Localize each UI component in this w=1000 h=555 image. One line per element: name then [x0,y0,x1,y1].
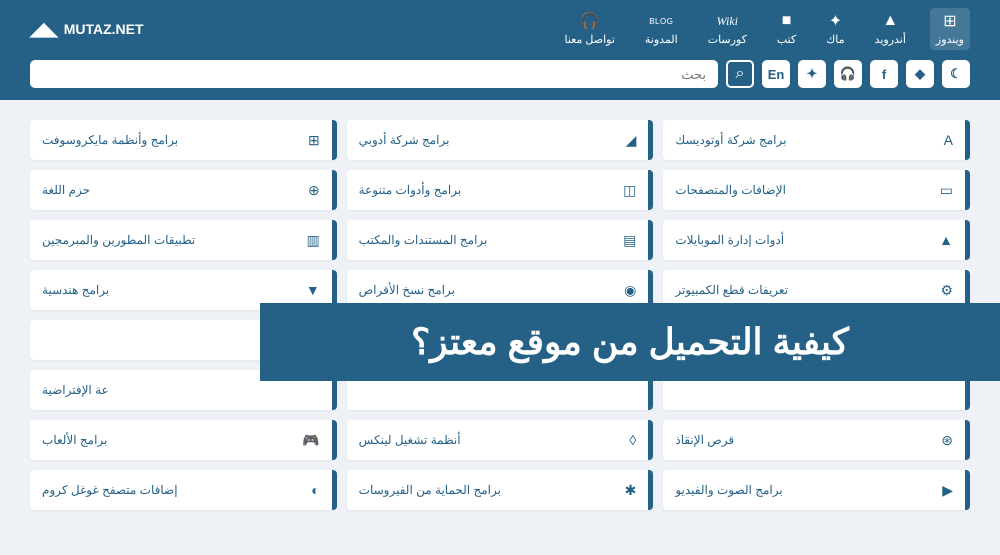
category-icon: A [944,132,953,148]
nav-item-4[interactable]: Wiki كورسات [702,8,753,50]
search-row: ☾ ◆ f 🎧 ✦ En ⌕ [30,60,970,88]
category-icon: ◫ [623,182,636,199]
category-label: برامج وأدوات متنوعة [359,183,462,197]
category-card[interactable]: ▤ برامج المستندات والمكتب [347,220,654,260]
category-icon: ◊ [629,432,636,448]
category-icon: ▶ [942,482,953,499]
nav-label: أندرويد [875,33,906,46]
dark-mode-button[interactable]: ☾ [942,60,970,88]
nav-icon: Wiki [717,12,738,30]
shuffle-button[interactable]: ✦ [798,60,826,88]
category-card[interactable]: ◐ إضافات متصفح غوغل كروم [30,470,337,510]
logo[interactable]: MUTAZ.NET ◣◢ [30,19,144,40]
nav-label: تواصل معنا [565,33,615,46]
nav-label: كورسات [708,33,747,46]
support-button[interactable]: 🎧 [834,60,862,88]
nav-icon: ▲ [882,12,898,30]
category-label: برامج هندسية [42,283,109,297]
nav-label: كتب [777,33,796,46]
category-card[interactable]: ▭ الإضافات والمتصفحات [663,170,970,210]
category-label: برامج المستندات والمكتب [359,233,488,247]
category-card[interactable]: A برامج شركة أوتوديسك [663,120,970,160]
tutorial-overlay[interactable]: كيفية التحميل من موقع معتز؟ [260,303,1000,381]
category-label: أنظمة تشغيل لينكس [359,433,461,447]
category-card[interactable]: ▶ برامج الصوت والفيديو [663,470,970,510]
category-icon: ◐ [311,482,319,498]
category-card[interactable]: 🎮 برامج الألعاب [30,420,337,460]
category-icon: ⊛ [941,432,953,449]
category-label: برامج الصوت والفيديو [675,483,782,497]
category-card[interactable]: ▲ أدوات إدارة الموبايلات [663,220,970,260]
category-card[interactable]: ▥ تطبيقات المطورين والمبرمجين [30,220,337,260]
nav-icon: BLOG [649,12,673,30]
category-card[interactable]: ◢ برامج شركة أدوبي [347,120,654,160]
category-label: برامج شركة أدوبي [359,133,450,147]
category-icon: ✱ [625,482,637,499]
nav-item-3[interactable]: ■ كتب [771,8,802,50]
nav-label: ويندوز [936,33,964,46]
header: ⊞ ويندوز ▲ أندرويد ✦ ماك ■ كتب Wiki كورسات BLOG الم… [0,0,1000,100]
category-card[interactable]: ⊛ قرص الإنقاذ [663,420,970,460]
nav-icon: 🎧 [580,12,600,30]
category-icon: ▭ [940,182,953,199]
category-label: قرص الإنقاذ [675,433,734,447]
logo-icon: ◣◢ [30,19,58,40]
category-label: عة الإفتراضية [42,383,109,397]
category-label: برامج الحماية من الفيروسات [359,483,501,497]
nav-label: ماك [826,33,844,46]
search-input[interactable] [30,60,718,88]
category-icon: ◉ [624,282,636,299]
nav-item-1[interactable]: ▲ أندرويد [869,8,912,50]
category-label: إضافات متصفح غوغل كروم [42,483,178,497]
nav-items: ⊞ ويندوز ▲ أندرويد ✦ ماك ■ كتب Wiki كورسات BLOG الم… [559,8,971,50]
brand-text: MUTAZ.NET [64,21,144,37]
category-card[interactable]: ✱ برامج الحماية من الفيروسات [347,470,654,510]
category-label: برامج شركة أوتوديسك [675,133,786,147]
category-label: الإضافات والمتصفحات [675,183,786,197]
category-card[interactable]: ⊕ حزم اللغة [30,170,337,210]
nav-item-6[interactable]: 🎧 تواصل معنا [559,8,621,50]
search-button[interactable]: ⌕ [726,60,754,88]
nav-icon: ⊞ [943,12,956,30]
nav-icon: ■ [782,12,792,30]
top-nav: ⊞ ويندوز ▲ أندرويد ✦ ماك ■ كتب Wiki كورسات BLOG الم… [30,8,970,50]
category-card[interactable]: ⊞ برامج وأنظمة مايكروسوفت [30,120,337,160]
category-icon: ⚙ [940,282,953,299]
category-icon: ▲ [939,232,953,248]
category-label: برامج الألعاب [42,433,107,447]
category-icon: ▼ [306,282,320,298]
category-card[interactable]: ◊ أنظمة تشغيل لينكس [347,420,654,460]
nav-item-2[interactable]: ✦ ماك [820,8,850,50]
category-label: تطبيقات المطورين والمبرمجين [42,233,195,247]
diamond-button[interactable]: ◆ [906,60,934,88]
category-label: حزم اللغة [42,183,90,197]
nav-item-5[interactable]: BLOG المدونة [639,8,684,50]
facebook-button[interactable]: f [870,60,898,88]
language-button[interactable]: En [762,60,790,88]
category-icon: ▥ [306,232,319,249]
category-icon: ⊕ [308,182,320,199]
overlay-text: كيفية التحميل من موقع معتز؟ [411,321,849,363]
category-icon: ▤ [623,232,636,249]
search-icon: ⌕ [736,65,745,83]
category-icon: 🎮 [302,432,319,449]
nav-icon: ✦ [829,12,842,30]
category-card[interactable]: ◫ برامج وأدوات متنوعة [347,170,654,210]
category-icon: ⊞ [308,132,320,149]
category-label: أدوات إدارة الموبايلات [675,233,784,247]
category-label: تعريفات قطع الكمبيوتر [675,283,788,297]
category-label: برامج نسخ الأقراص [359,283,455,297]
category-label: برامج وأنظمة مايكروسوفت [42,133,178,147]
nav-label: المدونة [645,33,678,46]
nav-item-0[interactable]: ⊞ ويندوز [930,8,970,50]
category-icon: ◢ [626,132,637,149]
